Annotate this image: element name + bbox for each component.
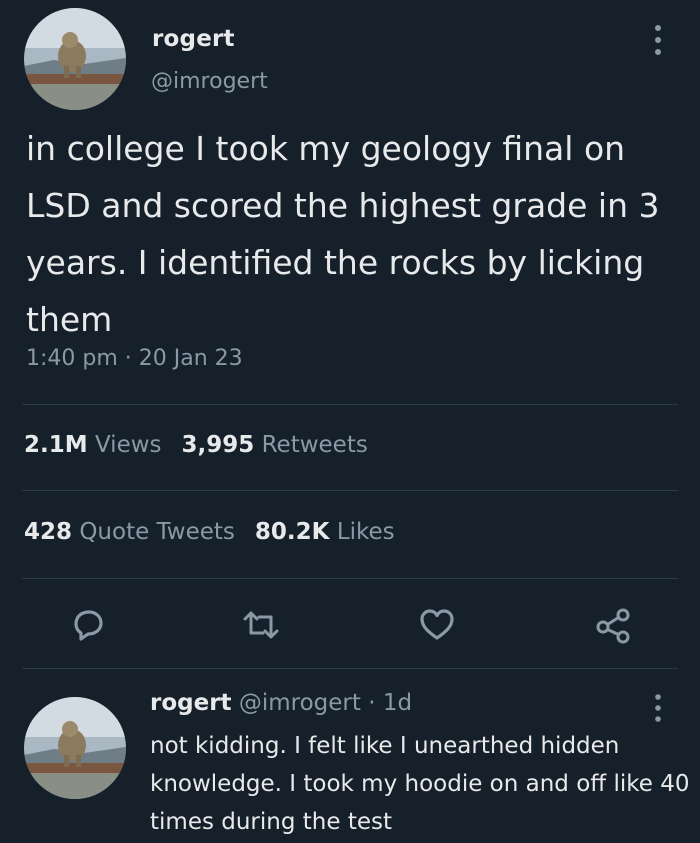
divider — [22, 668, 678, 669]
reply-more-vertical-icon[interactable] — [647, 692, 669, 724]
quotes-count: 428 — [24, 519, 73, 545]
views-label: Views — [94, 432, 162, 458]
likes-count: 80.2K — [254, 519, 330, 545]
share-icon[interactable] — [594, 605, 634, 645]
retweet-icon[interactable] — [241, 605, 281, 645]
reply-author-name[interactable]: rogert — [150, 690, 232, 716]
reply-avatar[interactable] — [24, 697, 126, 799]
heart-icon[interactable] — [417, 605, 457, 645]
retweets-count: 3,995 — [181, 432, 255, 458]
reply-icon[interactable] — [68, 605, 108, 645]
views-stat[interactable]: 2.1M Views — [24, 432, 162, 458]
reply-header: rogert @imrogert · 1d — [150, 690, 412, 716]
divider — [22, 404, 678, 405]
more-vertical-icon[interactable] — [647, 22, 669, 58]
quotes-label: Quote Tweets — [79, 519, 235, 545]
tweet-timestamp[interactable]: 1:40 pm · 20 Jan 23 — [26, 346, 243, 371]
avatar[interactable] — [24, 8, 126, 110]
tweet-detail-screen: rogert @imrogert in college I took my ge… — [0, 0, 700, 843]
likes-label: Likes — [336, 519, 395, 545]
retweets-label: Retweets — [261, 432, 368, 458]
reply-text: not kidding. I felt like I unearthed hid… — [150, 733, 690, 835]
author-handle[interactable]: @imrogert — [151, 69, 268, 94]
divider — [22, 578, 678, 579]
divider — [22, 490, 678, 491]
stats-row-views-retweets: 2.1M Views 3,995 Retweets — [24, 432, 368, 458]
views-count: 2.1M — [24, 432, 88, 458]
likes-stat[interactable]: 80.2K Likes — [255, 519, 395, 545]
retweets-stat[interactable]: 3,995 Retweets — [182, 432, 368, 458]
reply-meta: @imrogert · 1d — [231, 690, 413, 716]
tweet-text: in college I took my geology final on LS… — [26, 129, 660, 339]
author-name[interactable]: rogert — [152, 26, 235, 52]
stats-row-quotes-likes: 428 Quote Tweets 80.2K Likes — [24, 519, 395, 545]
quote-tweets-stat[interactable]: 428 Quote Tweets — [24, 519, 235, 545]
